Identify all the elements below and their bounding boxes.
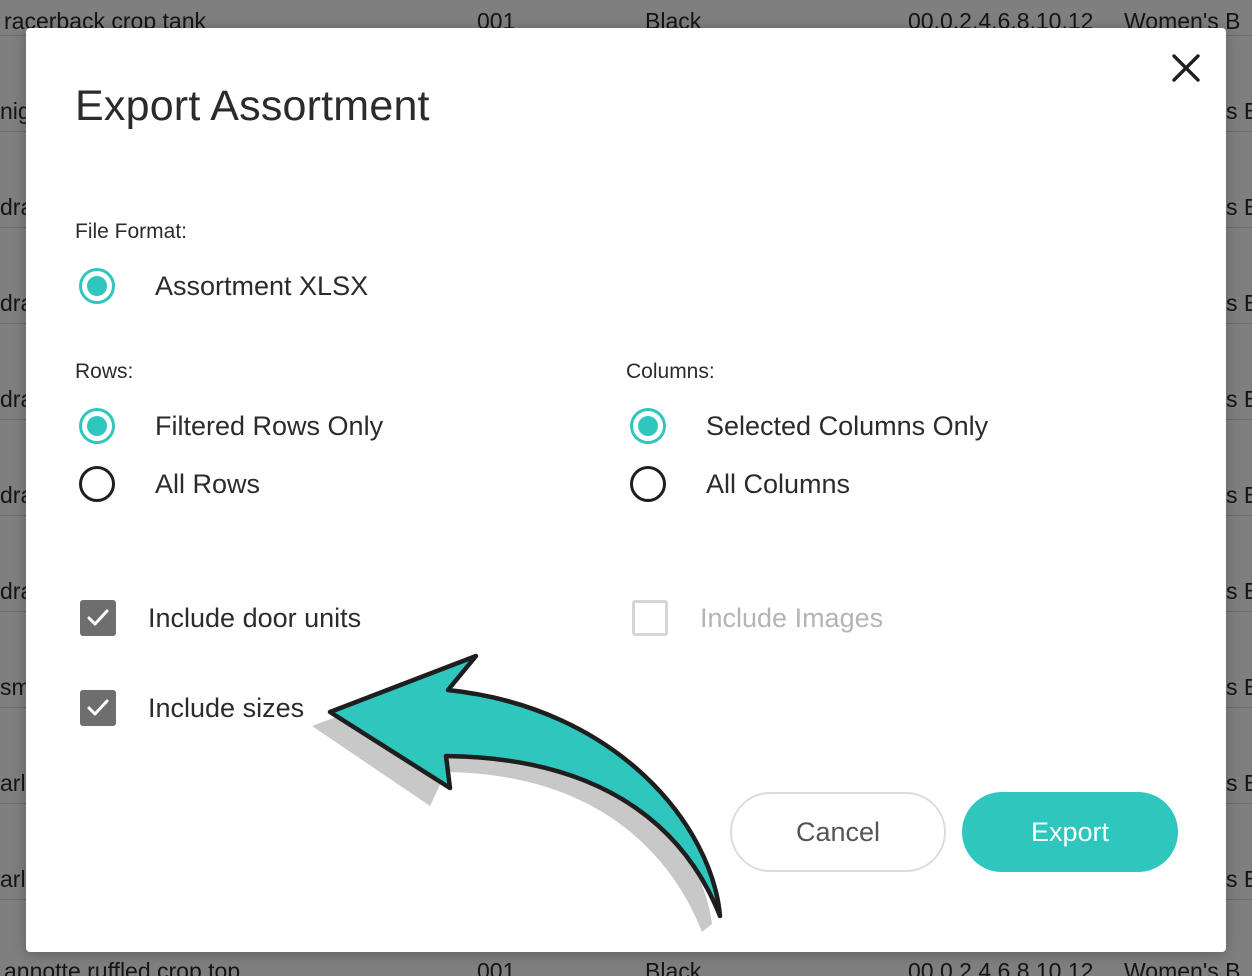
cancel-button[interactable]: Cancel	[730, 792, 946, 872]
radio-selected-columns-only[interactable]: Selected Columns Only	[630, 405, 988, 447]
radio-assortment-xlsx[interactable]: Assortment XLSX	[79, 265, 368, 307]
columns-label: Columns:	[626, 360, 715, 383]
radio-all-rows[interactable]: All Rows	[79, 463, 260, 505]
radio-button-selected[interactable]	[630, 408, 666, 444]
checkbox-checked[interactable]	[80, 600, 116, 636]
checkmark-icon	[87, 609, 109, 626]
export-button[interactable]: Export	[962, 792, 1178, 872]
radio-label: Selected Columns Only	[706, 410, 989, 441]
checkbox-include-images: Include Images	[632, 597, 883, 639]
checkbox-include-sizes[interactable]: Include sizes	[80, 687, 304, 729]
rows-label: Rows:	[75, 360, 134, 383]
dialog-title: Export Assortment	[75, 82, 430, 130]
radio-button-selected[interactable]	[79, 268, 115, 304]
checkbox-checked[interactable]	[80, 690, 116, 726]
checkbox-include-door-units[interactable]: Include door units	[80, 597, 361, 639]
radio-label: Filtered Rows Only	[155, 410, 384, 441]
checkmark-icon	[87, 699, 109, 716]
export-assortment-dialog: Export Assortment File Format: Assortmen…	[26, 28, 1226, 952]
radio-button-selected[interactable]	[79, 408, 115, 444]
radio-label: All Rows	[155, 468, 261, 499]
radio-label: All Columns	[706, 468, 851, 499]
radio-all-columns[interactable]: All Columns	[630, 463, 850, 505]
close-button[interactable]	[1168, 48, 1204, 88]
file-format-label: File Format:	[75, 220, 188, 243]
radio-button-unselected[interactable]	[79, 466, 115, 502]
checkbox-disabled	[632, 600, 668, 636]
radio-label: Assortment XLSX	[155, 270, 369, 301]
checkbox-label: Include Images	[700, 602, 884, 633]
checkbox-label: Include sizes	[148, 692, 305, 723]
close-x-icon	[1172, 54, 1200, 82]
radio-filtered-rows-only[interactable]: Filtered Rows Only	[79, 405, 383, 447]
radio-button-unselected[interactable]	[630, 466, 666, 502]
checkbox-label: Include door units	[148, 602, 362, 633]
